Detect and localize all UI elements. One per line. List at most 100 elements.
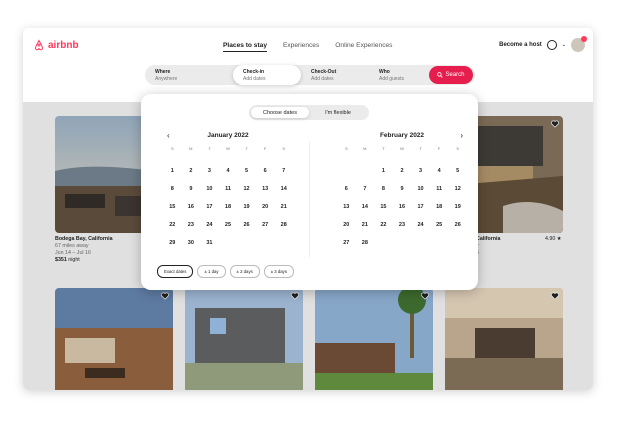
- calendar-day[interactable]: 4: [219, 162, 238, 180]
- calendar-day[interactable]: 14: [274, 180, 293, 198]
- weekday-label: F: [437, 146, 441, 151]
- become-host-link[interactable]: Become a host: [499, 42, 542, 48]
- chevron-right-icon[interactable]: ›: [460, 131, 463, 140]
- heart-icon[interactable]: [551, 120, 559, 128]
- calendar-day[interactable]: 7: [274, 162, 293, 180]
- checkin-field[interactable]: Check-in Add dates: [233, 65, 301, 85]
- calendar-day[interactable]: 2: [393, 162, 412, 180]
- calendar-day[interactable]: 1: [163, 162, 182, 180]
- tab-places-to-stay[interactable]: Places to stay: [223, 42, 267, 52]
- calendar-day[interactable]: 9: [393, 180, 412, 198]
- heart-icon[interactable]: [551, 292, 559, 300]
- calendar-day[interactable]: 3: [200, 162, 219, 180]
- notification-dot: [581, 36, 587, 42]
- calendar-day[interactable]: 29: [163, 234, 182, 252]
- calendar-day[interactable]: 20: [256, 198, 275, 216]
- calendar-day[interactable]: 13: [337, 198, 356, 216]
- tab-experiences[interactable]: Experiences: [283, 42, 319, 52]
- calendar-day[interactable]: 23: [393, 216, 412, 234]
- heart-icon[interactable]: [291, 292, 299, 300]
- calendar-day[interactable]: 26: [448, 216, 467, 234]
- calendar-day[interactable]: 28: [274, 216, 293, 234]
- calendar-day[interactable]: 12: [448, 180, 467, 198]
- calendar-day[interactable]: 10: [200, 180, 219, 198]
- weekday-label: T: [245, 146, 248, 151]
- calendar-day[interactable]: 7: [356, 180, 375, 198]
- calendar-day[interactable]: 17: [200, 198, 219, 216]
- search-icon: [437, 72, 444, 78]
- search-button[interactable]: Search: [429, 66, 473, 84]
- calendar-day[interactable]: 12: [237, 180, 256, 198]
- calendar-day[interactable]: 30: [182, 234, 201, 252]
- calendar-day[interactable]: 1: [374, 162, 393, 180]
- choose-dates-option[interactable]: Choose dates: [251, 107, 309, 118]
- listing-photo[interactable]: [315, 288, 433, 390]
- calendar-day[interactable]: 25: [219, 216, 238, 234]
- calendar-day[interactable]: 8: [374, 180, 393, 198]
- chip-plus-minus-1-day[interactable]: ± 1 day: [197, 265, 226, 278]
- listing-photo[interactable]: [185, 288, 303, 390]
- where-field[interactable]: Where Anywhere: [145, 65, 233, 85]
- checkout-field[interactable]: Check-Out Add dates: [301, 65, 369, 85]
- listing-price-unit: night: [66, 257, 80, 263]
- calendar-day[interactable]: 15: [163, 198, 182, 216]
- listing-rating: 4.90 ★: [545, 236, 562, 242]
- calendar-day[interactable]: 10: [411, 180, 430, 198]
- chevron-down-icon[interactable]: ⌄: [562, 42, 566, 48]
- calendar-day[interactable]: 31: [200, 234, 219, 252]
- chip-plus-minus-3-days[interactable]: ± 3 days: [263, 265, 294, 278]
- calendar-day[interactable]: 11: [219, 180, 238, 198]
- chevron-left-icon[interactable]: ‹: [167, 131, 170, 140]
- listing-photo[interactable]: [55, 288, 173, 390]
- chip-exact-dates[interactable]: Exact dates: [157, 265, 194, 278]
- weekday-label: W: [226, 146, 230, 151]
- calendar-day[interactable]: 5: [237, 162, 256, 180]
- calendar-day[interactable]: 9: [182, 180, 201, 198]
- listing-photo[interactable]: [445, 288, 563, 390]
- date-picker-popup: Choose dates I'm flexible ‹ January 2022…: [141, 94, 478, 290]
- calendar-day[interactable]: 19: [448, 198, 467, 216]
- chip-plus-minus-2-days[interactable]: ± 2 days: [229, 265, 260, 278]
- heart-icon[interactable]: [161, 292, 169, 300]
- calendar-day[interactable]: 6: [256, 162, 275, 180]
- heart-icon[interactable]: [421, 292, 429, 300]
- calendar-day[interactable]: 17: [411, 198, 430, 216]
- calendar-day[interactable]: 13: [256, 180, 275, 198]
- calendar-day[interactable]: 3: [411, 162, 430, 180]
- who-field[interactable]: Who Add guests: [369, 65, 429, 85]
- calendar-day[interactable]: 22: [374, 216, 393, 234]
- calendar-day[interactable]: 19: [237, 198, 256, 216]
- calendar-day[interactable]: 21: [274, 198, 293, 216]
- calendar-day[interactable]: 16: [393, 198, 412, 216]
- calendar-day[interactable]: 14: [356, 198, 375, 216]
- calendar-day[interactable]: 16: [182, 198, 201, 216]
- globe-icon[interactable]: [546, 40, 557, 50]
- calendar-day[interactable]: 27: [256, 216, 275, 234]
- calendar-day[interactable]: 15: [374, 198, 393, 216]
- calendar-day[interactable]: 2: [182, 162, 201, 180]
- calendar-day[interactable]: 20: [337, 216, 356, 234]
- flexible-option[interactable]: I'm flexible: [309, 107, 367, 118]
- calendar-day[interactable]: 28: [356, 234, 375, 252]
- calendar-day[interactable]: 4: [430, 162, 449, 180]
- search-button-label: Search: [445, 72, 465, 78]
- calendar-day[interactable]: 22: [163, 216, 182, 234]
- calendar-day[interactable]: 25: [430, 216, 449, 234]
- calendar-day[interactable]: 26: [237, 216, 256, 234]
- calendar-day[interactable]: 18: [219, 198, 238, 216]
- calendar-day[interactable]: 23: [182, 216, 201, 234]
- calendar-day[interactable]: 5: [448, 162, 467, 180]
- calendar-day[interactable]: 6: [337, 180, 356, 198]
- nav-tabs: Places to stay Experiences Online Experi…: [223, 42, 392, 52]
- calendar-day[interactable]: 8: [163, 180, 182, 198]
- brand-logo[interactable]: airbnb: [33, 39, 79, 51]
- tab-online-experiences[interactable]: Online Experiences: [335, 42, 392, 52]
- calendar-day[interactable]: 21: [356, 216, 375, 234]
- avatar-icon[interactable]: [571, 36, 587, 52]
- calendar-day[interactable]: 11: [430, 180, 449, 198]
- calendar-day[interactable]: 18: [430, 198, 449, 216]
- calendar-day[interactable]: 27: [337, 234, 356, 252]
- calendar-day[interactable]: 24: [200, 216, 219, 234]
- calendar-day[interactable]: 24: [411, 216, 430, 234]
- month-divider: [309, 142, 310, 257]
